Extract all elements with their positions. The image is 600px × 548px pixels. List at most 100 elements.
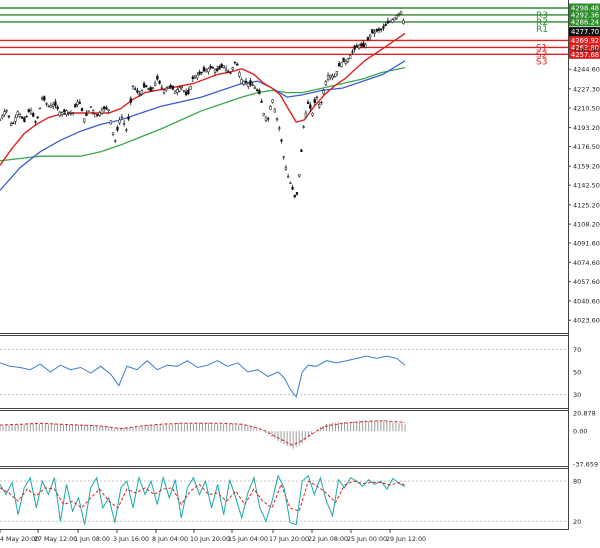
- candle-body: [349, 55, 352, 59]
- level-label-r1: R1: [536, 25, 548, 35]
- candle-body: [320, 101, 323, 104]
- x-axis-label: 8 Jun 04:00: [152, 536, 188, 543]
- candle-body: [286, 176, 290, 178]
- candle-body: [122, 123, 126, 125]
- candle-body: [231, 67, 234, 70]
- candle-body: [40, 97, 44, 100]
- candle-body: [187, 89, 190, 94]
- candle-body: [322, 90, 325, 94]
- candle-body: [83, 118, 86, 123]
- candle-body: [373, 31, 376, 34]
- candle-body: [118, 119, 121, 124]
- x-axis-label: 17 Jun 20:00: [269, 536, 309, 543]
- chart-svg: R3R2R1S1S2S3 4298.484292.364286.244269.9…: [0, 0, 600, 544]
- candle-body: [324, 81, 327, 86]
- candle-body: [366, 37, 370, 41]
- candle-body: [191, 76, 194, 79]
- candle-body: [402, 20, 405, 24]
- price-axis-label: 4210.50: [573, 104, 600, 112]
- candle-body: [262, 112, 265, 116]
- candle-body: [176, 89, 179, 93]
- candle-body: [224, 68, 228, 71]
- candle-body: [233, 61, 237, 64]
- candle-body: [375, 28, 378, 32]
- candle-body: [16, 111, 19, 116]
- candle-body: [131, 85, 135, 87]
- candle-body: [171, 85, 175, 90]
- candle-body: [211, 67, 214, 69]
- candle-body: [315, 96, 319, 98]
- candle-body: [278, 127, 281, 129]
- x-axis-label: 25 Jun 00:00: [347, 536, 387, 543]
- price-axis-label: 4057.60: [573, 278, 600, 286]
- x-axis-label: 27 May 12:00: [34, 536, 77, 543]
- candle-body: [151, 87, 155, 89]
- candle-body: [227, 71, 230, 73]
- candle-body: [207, 68, 210, 73]
- candle-body: [273, 108, 276, 113]
- candle-body: [153, 82, 157, 86]
- candle-body: [96, 114, 99, 116]
- candle-body: [103, 106, 106, 110]
- candle-body: [384, 24, 387, 27]
- candle-body: [222, 65, 226, 68]
- price-axis-label: 4261.90: [573, 46, 600, 54]
- candle-body: [253, 87, 257, 90]
- candle-body: [382, 26, 385, 29]
- candle-body: [69, 113, 73, 115]
- candle-body: [340, 62, 343, 67]
- price-axis-label: 4023.60: [573, 317, 600, 325]
- price-axis-label: 4193.20: [573, 124, 600, 132]
- candle-body: [180, 86, 183, 89]
- candle-body: [76, 101, 79, 105]
- candle-body: [60, 112, 64, 115]
- candle-body: [111, 132, 115, 135]
- candle-body: [311, 112, 314, 116]
- rsi-axis-label: 30: [573, 391, 581, 399]
- rsi-axis-label: 50: [573, 369, 581, 377]
- stoch-axis-label: 80: [573, 478, 581, 486]
- chart-root: R3 R2 R1 S1 S2 S3 4298.48 4292.36 4286.24 4269.9…: [0, 0, 600, 544]
- candle-body: [156, 75, 159, 80]
- candle-body: [149, 87, 152, 92]
- candle-body: [58, 111, 61, 117]
- candle-body: [238, 72, 241, 77]
- candle-body: [218, 66, 221, 70]
- candle-body: [282, 156, 285, 158]
- candle-body: [65, 110, 68, 115]
- candle-body: [388, 21, 392, 23]
- candle-body: [54, 101, 57, 106]
- candle-body: [94, 113, 97, 118]
- candle-body: [298, 174, 301, 177]
- candle-body: [27, 109, 30, 112]
- price-axis-label: 4227.30: [573, 85, 600, 93]
- candle-body: [129, 98, 132, 103]
- current-price-tag: 4277.70: [571, 28, 599, 36]
- candle-body: [360, 43, 363, 47]
- candle-body: [260, 100, 263, 103]
- candle-body: [63, 109, 66, 112]
- candle-body: [7, 115, 11, 118]
- candle-body: [56, 106, 59, 110]
- candle-body: [107, 109, 110, 111]
- candle-body: [300, 149, 303, 152]
- candle-body: [74, 103, 77, 108]
- candle-body: [318, 104, 321, 108]
- candle-body: [395, 15, 398, 19]
- price-axis-label: 4091.60: [573, 239, 600, 247]
- candle-body: [304, 112, 308, 118]
- candle-body: [220, 63, 223, 68]
- candle-body: [346, 58, 350, 62]
- rsi-axis-label: 70: [573, 346, 581, 354]
- price-axis-label: 4176.50: [573, 143, 600, 151]
- level-tag-r1: 4286.24: [571, 18, 599, 26]
- candle-body: [229, 72, 232, 74]
- candle-body: [196, 75, 199, 79]
- candle-body: [85, 112, 88, 117]
- candle-body: [116, 126, 119, 131]
- price-axis-label: 4040.60: [573, 297, 600, 305]
- candle-body: [134, 88, 137, 90]
- candle-body: [329, 74, 332, 78]
- candle-body: [351, 51, 354, 53]
- x-axis-label: 15 Jun 04:00: [228, 536, 268, 543]
